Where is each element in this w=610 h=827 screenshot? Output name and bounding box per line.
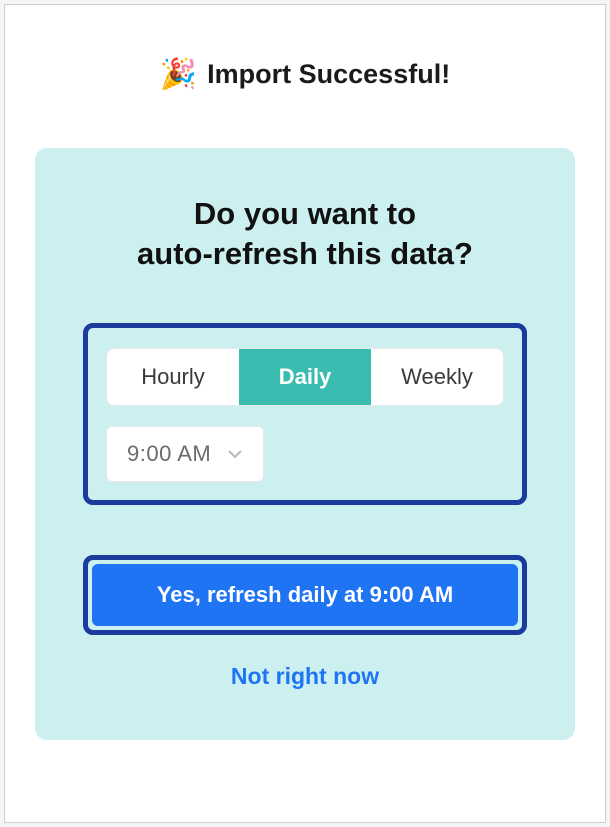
panel-title-line2: auto-refresh this data?	[137, 236, 473, 271]
frequency-options-box: Hourly Daily Weekly 9:00 AM	[83, 323, 527, 505]
time-value: 9:00 AM	[127, 441, 211, 467]
panel-title: Do you want to auto-refresh this data?	[137, 194, 473, 275]
segment-daily[interactable]: Daily	[239, 349, 371, 405]
panel-title-line1: Do you want to	[194, 196, 416, 231]
auto-refresh-panel: Do you want to auto-refresh this data? H…	[35, 148, 575, 740]
background-hint	[35, 23, 575, 41]
segment-hourly[interactable]: Hourly	[107, 349, 239, 405]
confirm-refresh-button[interactable]: Yes, refresh daily at 9:00 AM	[92, 564, 518, 626]
segment-weekly[interactable]: Weekly	[371, 349, 503, 405]
not-right-now-link[interactable]: Not right now	[231, 663, 379, 690]
cta-highlight: Yes, refresh daily at 9:00 AM	[83, 555, 527, 635]
chevron-down-icon	[227, 449, 243, 459]
frequency-segmented: Hourly Daily Weekly	[106, 348, 504, 406]
header: 🎉 Import Successful!	[35, 59, 575, 90]
time-select[interactable]: 9:00 AM	[106, 426, 264, 482]
party-popper-icon: 🎉	[160, 60, 197, 90]
modal-frame: 🎉 Import Successful! Do you want to auto…	[4, 4, 606, 823]
header-title: Import Successful!	[207, 59, 450, 90]
